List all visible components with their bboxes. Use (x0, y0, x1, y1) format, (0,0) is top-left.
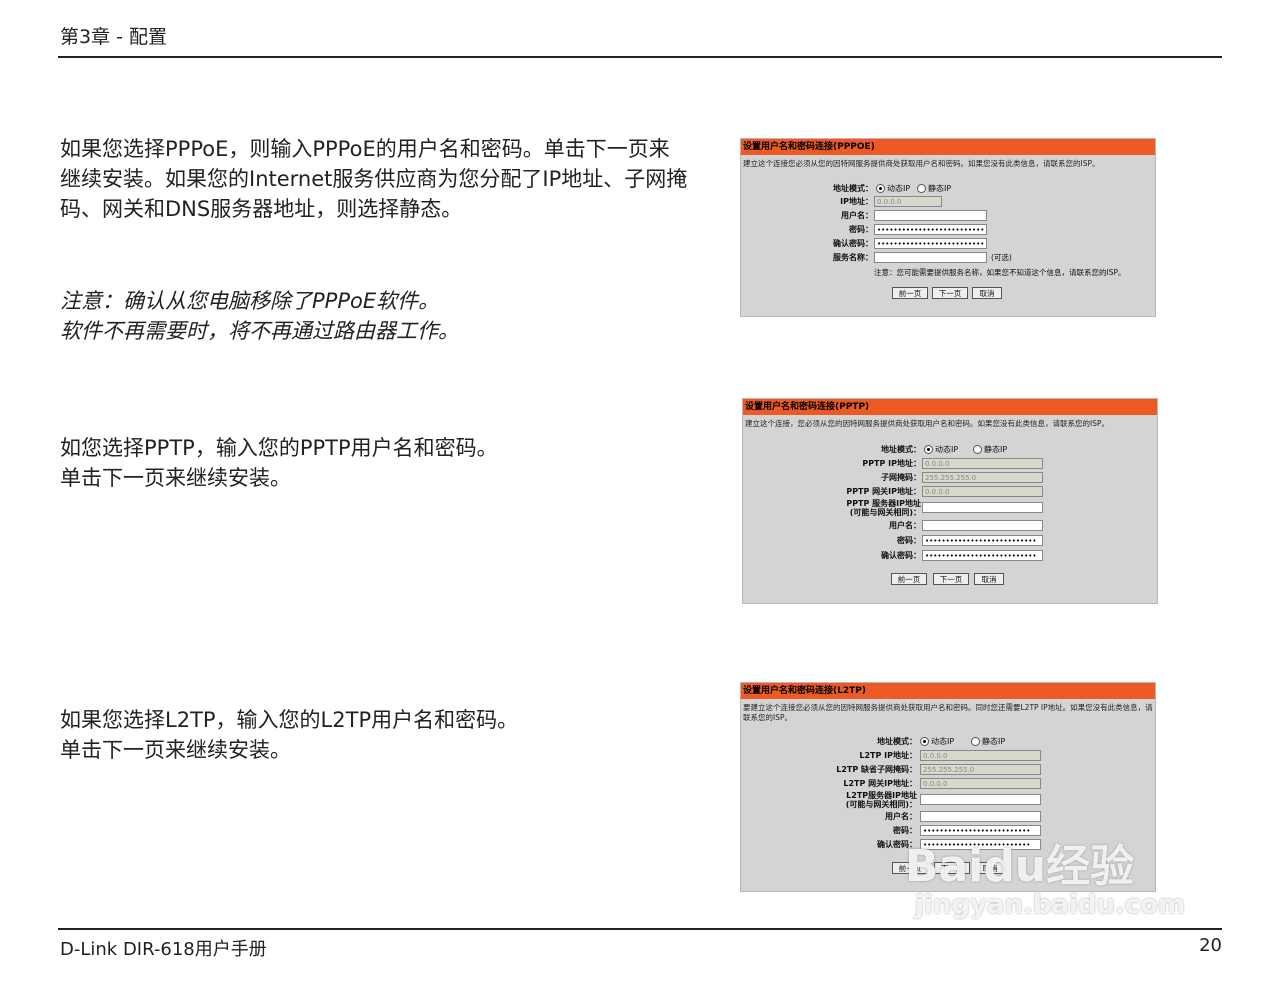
radio-label: 静态IP (928, 184, 952, 193)
footer-divider (58, 928, 1222, 930)
radio-icon (917, 184, 926, 193)
next-button[interactable]: 下一页 (932, 287, 968, 299)
baidu-watermark-url: jingyan.baidu.com (915, 890, 1186, 920)
static-ip-radio[interactable]: 静态IP (973, 443, 1007, 456)
subnet-mask-label: L2TP 缺省子网掩码： (836, 765, 917, 774)
password-label: 密码： (849, 225, 873, 234)
next-button[interactable]: 下一页 (933, 573, 969, 585)
password-field[interactable]: •••••••••••••••••••••••••• (874, 224, 987, 235)
l2tp-title-bar: 设置用户名和密码连接(L2TP) (741, 683, 1155, 699)
server-ip-label-line1: PPTP 服务器IP地址 (846, 499, 921, 508)
radio-label: 动态IP (935, 445, 959, 454)
radio-label: 动态IP (931, 737, 955, 746)
radio-label: 动态IP (887, 184, 911, 193)
ip-field[interactable]: 0.0.0.0 (874, 196, 942, 207)
username-field[interactable] (874, 210, 987, 221)
cancel-button[interactable]: 取消 (972, 287, 1002, 299)
gateway-field[interactable]: 0.0.0.0 (920, 778, 1041, 789)
server-ip-label: L2TP服务器IP地址 (可能与网关相同)： (799, 791, 917, 809)
pppoe-paragraph: 如果您选择PPPoE，则输入PPPoE的用户名和密码。单击下一页来 继续安装。如… (60, 134, 687, 224)
page-number: 20 (1199, 935, 1222, 956)
gateway-label: PPTP 网关IP地址： (846, 487, 921, 496)
pptp-ip-label: PPTP IP地址： (862, 459, 921, 468)
prev-button[interactable]: 前一页 (892, 287, 928, 299)
radio-icon (924, 445, 933, 454)
radio-icon (876, 184, 885, 193)
server-ip-label-line2: (可能与网关相同)： (845, 800, 917, 809)
l2tp-ip-field[interactable]: 0.0.0.0 (920, 750, 1041, 761)
username-label: 用户名： (885, 812, 917, 821)
text-line: 注意：确认从您电脑移除了PPPoE软件。 (60, 289, 440, 313)
optional-hint: (可选) (991, 253, 1012, 262)
mode-label: 地址模式： (877, 737, 917, 746)
header-divider (58, 56, 1222, 58)
service-name-label: 服务名称： (833, 253, 873, 262)
confirm-password-label: 确认密码： (877, 840, 917, 849)
pptp-paragraph: 如您选择PPTP，输入您的PPTP用户名和密码。 单击下一页来继续安装。 (60, 433, 498, 493)
gateway-label: L2TP 网关IP地址： (843, 779, 917, 788)
manual-title: D-Link DIR-618用户手册 (60, 939, 267, 960)
server-ip-label: PPTP 服务器IP地址 (可能与网关相同)： (803, 499, 921, 517)
static-ip-radio[interactable]: 静态IP (917, 182, 951, 195)
confirm-password-field[interactable]: ••••••••••••••••••••••••••• (922, 550, 1043, 561)
dynamic-ip-radio[interactable]: 动态IP (876, 182, 910, 195)
pptp-ip-field[interactable]: 0.0.0.0 (922, 458, 1043, 469)
confirm-password-field[interactable]: •••••••••••••••••••••••••• (874, 238, 987, 249)
radio-icon (971, 737, 980, 746)
subnet-mask-label: 子网掩码： (881, 473, 921, 482)
cancel-button[interactable]: 取消 (974, 573, 1004, 585)
server-ip-field[interactable] (920, 794, 1041, 805)
text-line: 如您选择PPTP，输入您的PPTP用户名和密码。 (60, 436, 498, 460)
text-line: 单击下一页来继续安装。 (60, 738, 291, 762)
l2tp-paragraph: 如果您选择L2TP，输入您的L2TP用户名和密码。 单击下一页来继续安装。 (60, 705, 518, 765)
text-line: 单击下一页来继续安装。 (60, 466, 291, 490)
mode-label: 地址模式： (881, 445, 921, 454)
pppoe-note: 注意：确认从您电脑移除了PPPoE软件。 软件不再需要时，将不再通过路由器工作。 (60, 286, 459, 346)
text-line: 码、网关和DNS服务器地址，则选择静态。 (60, 197, 463, 221)
pppoe-title-bar: 设置用户名和密码连接(PPPOE) (741, 139, 1155, 155)
username-label: 用户名： (841, 211, 873, 220)
l2tp-description: 要建立这个连接您必须从您的因特网服务提供商处获取用户名和密码。同时您还需要L2T… (743, 703, 1153, 722)
radio-icon (920, 737, 929, 746)
l2tp-ip-label: L2TP IP地址： (859, 751, 917, 760)
password-field[interactable]: ••••••••••••••••••••••••••• (922, 535, 1043, 546)
password-label: 密码： (893, 826, 917, 835)
gateway-field[interactable]: 0.0.0.0 (922, 486, 1043, 497)
radio-label: 静态IP (984, 445, 1008, 454)
service-note: 注意：您可能需要提供服务名称，如果您不知道这个信息，请联系您的ISP。 (874, 268, 1126, 277)
confirm-password-label: 确认密码： (881, 551, 921, 560)
username-label: 用户名： (889, 521, 921, 530)
text-line: 如果您选择L2TP，输入您的L2TP用户名和密码。 (60, 708, 519, 732)
pppoe-description: 建立这个连接您必须从您的因特网服务提供商处获取用户名和密码。如果您没有此类信息，… (743, 159, 1100, 168)
dynamic-ip-radio[interactable]: 动态IP (924, 443, 958, 456)
subnet-mask-field[interactable]: 255.255.255.0 (920, 764, 1041, 775)
chapter-title: 第3章 - 配置 (60, 26, 168, 48)
mode-label: 地址模式： (833, 184, 873, 193)
text-line: 软件不再需要时，将不再通过路由器工作。 (60, 319, 459, 343)
service-name-field[interactable] (874, 252, 987, 263)
confirm-password-label: 确认密码： (833, 239, 873, 248)
subnet-mask-field[interactable]: 255.255.255.0 (922, 472, 1043, 483)
baidu-watermark-logo: Baidu经验 (905, 841, 1135, 892)
server-ip-label-line1: L2TP服务器IP地址 (846, 791, 917, 800)
radio-icon (973, 445, 982, 454)
pptp-description: 建立这个连接，您必须从您的因特网服务提供商处获取用户名和密码。如果您没有此类信息… (745, 419, 1109, 428)
prev-button[interactable]: 前一页 (891, 573, 927, 585)
password-label: 密码： (897, 536, 921, 545)
radio-label: 静态IP (982, 737, 1006, 746)
server-ip-label-line2: (可能与网关相同)： (849, 508, 921, 517)
ip-label: IP地址： (840, 197, 873, 206)
pptp-title-bar: 设置用户名和密码连接(PPTP) (743, 399, 1157, 415)
username-field[interactable] (922, 520, 1043, 531)
server-ip-field[interactable] (922, 502, 1043, 513)
text-line: 如果您选择PPPoE，则输入PPPoE的用户名和密码。单击下一页来 (60, 137, 670, 161)
pptp-screenshot: 设置用户名和密码连接(PPTP) 建立这个连接，您必须从您的因特网服务提供商处获… (742, 398, 1158, 604)
pppoe-screenshot: 设置用户名和密码连接(PPPOE) 建立这个连接您必须从您的因特网服务提供商处获… (740, 138, 1156, 317)
dynamic-ip-radio[interactable]: 动态IP (920, 735, 954, 748)
static-ip-radio[interactable]: 静态IP (971, 735, 1005, 748)
username-field[interactable] (920, 811, 1041, 822)
text-line: 继续安装。如果您的Internet服务供应商为您分配了IP地址、子网掩 (60, 167, 688, 191)
